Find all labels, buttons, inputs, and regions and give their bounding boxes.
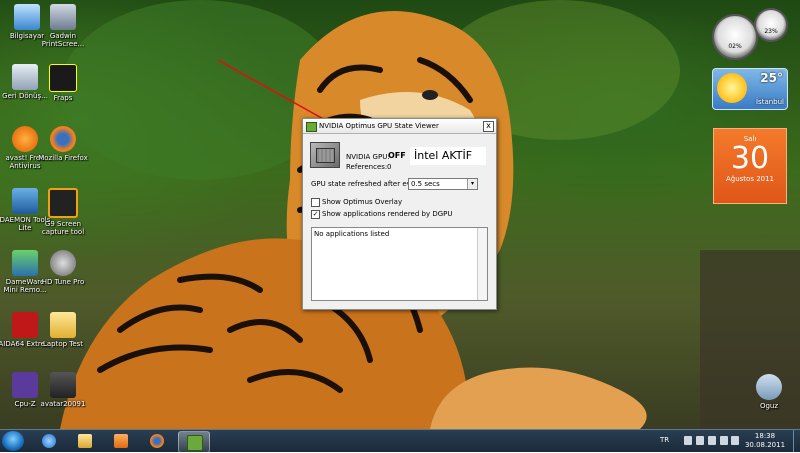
refresh-interval-select[interactable]: 0.5 secs ▾ [408,178,478,190]
taskbar-internet-explorer[interactable] [34,431,64,451]
nvidia-icon [187,435,203,451]
taskbar-clock[interactable]: 18:38 30.08.2011 [740,432,790,450]
taskbar-firefox[interactable] [142,431,172,451]
volume-icon[interactable] [731,436,739,445]
list-scrollbar[interactable] [477,228,487,300]
nvidia-icon [306,122,317,132]
clock-time: 18:38 [754,432,776,440]
action-center-icon[interactable] [720,436,728,445]
show-hidden-icons-icon[interactable] [684,436,692,445]
overlay-checkbox[interactable] [311,198,320,207]
refresh-label: GPU state refreshed after every: [311,180,424,188]
explorer-icon [78,434,92,448]
overlay-label: Show Optimus Overlay [322,198,403,206]
media-player-icon [114,434,128,448]
refresh-interval-value: 0.5 secs [411,180,440,188]
chevron-down-icon: ▾ [467,179,477,189]
dgpu-label: Show applications rendered by DGPU [322,210,453,218]
show-desktop-button[interactable] [793,430,800,452]
start-button[interactable] [2,431,24,451]
battery-icon[interactable] [708,436,716,445]
references-label: References: [346,163,388,171]
taskbar-nvidia[interactable] [178,431,210,453]
gpu-state-value: OFF [388,151,406,160]
gpu-chip-icon [310,142,340,168]
gpu-state-viewer-window[interactable]: NVIDIA Optimus GPU State Viewer x NVIDIA… [302,118,497,310]
list-empty-message: No applications listed [314,230,390,238]
language-indicator[interactable]: TR [660,436,669,444]
firefox-icon [150,434,164,448]
annotation-text: İntel AKTİF [414,149,473,162]
clock-date: 30.08.2011 [744,441,786,449]
annotation-box: İntel AKTİF [410,147,486,165]
taskbar-explorer[interactable] [70,431,100,451]
network-icon[interactable] [696,436,704,445]
dgpu-checkbox[interactable]: ✓ [311,210,320,219]
references-value: 0 [387,163,392,171]
close-button[interactable]: x [483,121,494,132]
taskbar: TR 18:38 30.08.2011 [0,429,800,453]
applications-list[interactable]: No applications listed [311,227,488,301]
internet-explorer-icon [42,434,56,448]
window-title: NVIDIA Optimus GPU State Viewer [319,122,439,130]
taskbar-media-player[interactable] [106,431,136,451]
window-titlebar[interactable]: NVIDIA Optimus GPU State Viewer x [303,119,496,134]
gpu-label: NVIDIA GPU: [346,153,390,161]
